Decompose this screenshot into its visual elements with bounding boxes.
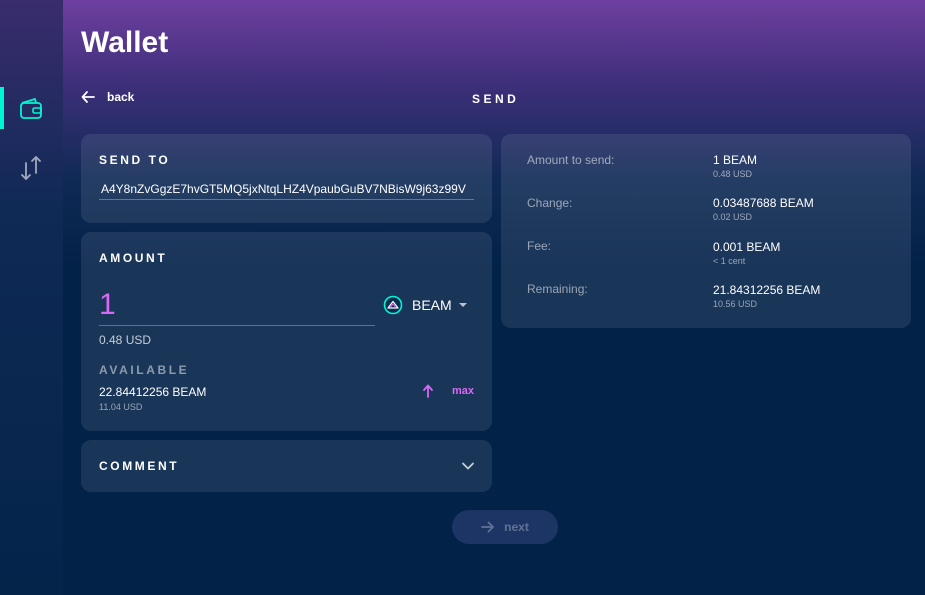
next-button[interactable]: next: [452, 510, 558, 544]
currency-select[interactable]: BEAM: [383, 295, 467, 315]
wallet-icon[interactable]: [18, 95, 44, 121]
amount-input[interactable]: 1: [99, 288, 375, 326]
available-usd: 11.04 USD: [99, 402, 143, 412]
max-button[interactable]: max: [422, 384, 474, 398]
summary-label-remaining: Remaining:: [527, 282, 588, 296]
beam-icon: [383, 295, 403, 315]
amount-panel: AMOUNT 1 BEAM 0.48 USD AVAILABLE 22.8441…: [81, 232, 492, 431]
caret-down-icon: [458, 303, 467, 307]
available-value: 22.84412256 BEAM: [99, 385, 207, 399]
max-label: max: [451, 385, 474, 397]
transfer-icon[interactable]: [18, 155, 44, 181]
active-indicator: [0, 87, 4, 129]
summary-label-fee: Fee:: [527, 239, 552, 253]
sidebar: [0, 0, 63, 595]
send-to-title: SEND TO: [99, 153, 171, 167]
back-button[interactable]: back: [81, 90, 134, 104]
amount-usd: 0.48 USD: [99, 333, 152, 347]
send-to-panel: SEND TO A4Y8nZvGgzE7hvGT5MQ5jxNtqLHZ4Vpa…: [81, 134, 492, 223]
summary-sub-amount: 0.48 USD: [713, 169, 753, 179]
summary-value-change: 0.03487688 BEAM: [713, 196, 814, 210]
available-label: AVAILABLE: [99, 363, 190, 377]
address-input[interactable]: A4Y8nZvGgzE7hvGT5MQ5jxNtqLHZ4VpaubGuBV7N…: [99, 180, 474, 200]
page-title: Wallet: [81, 26, 169, 59]
summary-label-change: Change:: [527, 196, 573, 210]
summary-sub-fee: < 1 cent: [713, 256, 746, 266]
summary-value-amount: 1 BEAM: [713, 153, 758, 167]
comment-panel[interactable]: COMMENT: [81, 440, 492, 492]
currency-label: BEAM: [412, 297, 452, 313]
arrow-left-icon: [81, 91, 95, 103]
summary-sub-remaining: 10.56 USD: [713, 299, 758, 309]
arrow-right-icon: [481, 521, 495, 533]
summary-value-fee: 0.001 BEAM: [713, 240, 781, 254]
back-label: back: [107, 90, 135, 104]
summary-value-remaining: 21.84312256 BEAM: [713, 283, 821, 297]
next-label: next: [504, 520, 529, 534]
comment-title: COMMENT: [99, 459, 180, 473]
chevron-down-icon[interactable]: [461, 460, 475, 472]
amount-title: AMOUNT: [99, 251, 168, 265]
section-title: SEND: [472, 92, 520, 106]
arrow-up-icon: [423, 384, 433, 398]
summary-label-amount: Amount to send:: [527, 153, 615, 167]
summary-panel: Amount to send: 1 BEAM 0.48 USD Change: …: [501, 134, 911, 328]
summary-sub-change: 0.02 USD: [713, 212, 753, 222]
